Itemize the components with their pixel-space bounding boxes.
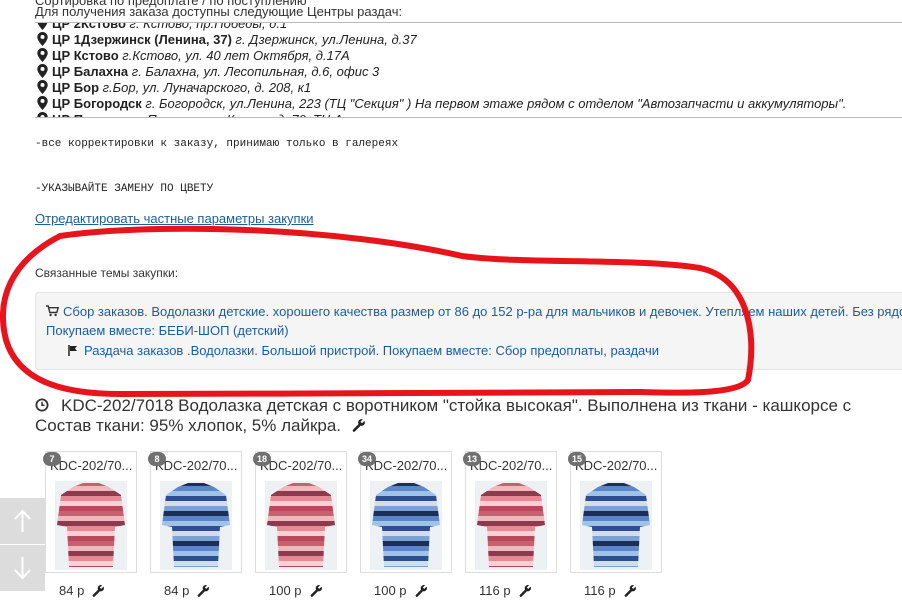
product-card-label: KDC-202/70... [470, 458, 553, 473]
product-price-value: 116 р [479, 583, 511, 598]
product-price: 100 р [269, 583, 323, 598]
product-card-label: KDC-202/70... [575, 458, 658, 473]
product-card[interactable]: KDC-202/70... 18 [253, 451, 347, 573]
product-price-value: 100 р [269, 583, 302, 598]
product-price: 116 р [479, 583, 532, 598]
product-price-value: 116 р [584, 583, 616, 598]
stock-count-badge: 18 [253, 452, 271, 466]
stock-count-badge: 34 [358, 452, 376, 466]
scroll-down-button[interactable] [0, 545, 45, 591]
product-title: KDC-202/7018 Водолазка детская с воротни… [35, 396, 851, 416]
wrench-icon[interactable] [624, 584, 637, 597]
product-card[interactable]: KDC-202/70... 34 [358, 451, 452, 573]
scroll-up-button[interactable] [0, 498, 45, 544]
wrench-icon[interactable] [92, 584, 105, 597]
product-price-value: 100 р [374, 583, 407, 598]
wrench-icon[interactable] [310, 584, 323, 597]
product-thumbnail[interactable] [265, 481, 337, 570]
product-card[interactable]: KDC-202/70... 15 [568, 451, 662, 573]
product-thumbnail[interactable] [475, 481, 547, 570]
product-price-value: 84 р [59, 583, 85, 598]
product-card-label: KDC-202/70... [50, 458, 133, 473]
arrow-down-icon [14, 557, 31, 580]
product-thumbnail[interactable] [580, 481, 652, 570]
wrench-icon[interactable] [415, 584, 428, 597]
product-card[interactable]: KDC-202/70... 7 [43, 451, 137, 573]
stock-count-badge: 13 [463, 452, 481, 466]
product-price: 100 р [374, 583, 428, 598]
wrench-icon[interactable] [519, 584, 532, 597]
product-price: 84 р [164, 583, 210, 598]
product-price: 116 р [584, 583, 637, 598]
clock-icon [35, 398, 49, 412]
product-thumbnail[interactable] [160, 481, 232, 570]
stock-count-badge: 15 [568, 452, 586, 466]
wrench-icon[interactable] [197, 584, 210, 597]
stock-count-badge: 8 [148, 452, 166, 466]
arrow-up-icon [14, 509, 31, 532]
product-price-value: 84 р [164, 583, 190, 598]
stock-count-badge: 7 [43, 452, 61, 466]
product-card[interactable]: KDC-202/70... 8 [148, 451, 242, 573]
product-card-label: KDC-202/70... [260, 458, 343, 473]
product-fabric: Состав ткани: 95% хлопок, 5% лайкра. [35, 416, 366, 436]
product-card-label: KDC-202/70... [155, 458, 238, 473]
wrench-icon[interactable] [352, 418, 366, 432]
product-card-label: KDC-202/70... [365, 458, 448, 473]
product-thumbnail[interactable] [55, 481, 127, 570]
product-thumbnail[interactable] [370, 481, 442, 570]
fabric-text: Состав ткани: 95% хлопок, 5% лайкра. [35, 416, 342, 435]
product-title-text: KDC-202/7018 Водолазка детская с воротни… [61, 396, 852, 415]
product-price: 84 р [59, 583, 105, 598]
product-card[interactable]: KDC-202/70... 13 [463, 451, 557, 573]
